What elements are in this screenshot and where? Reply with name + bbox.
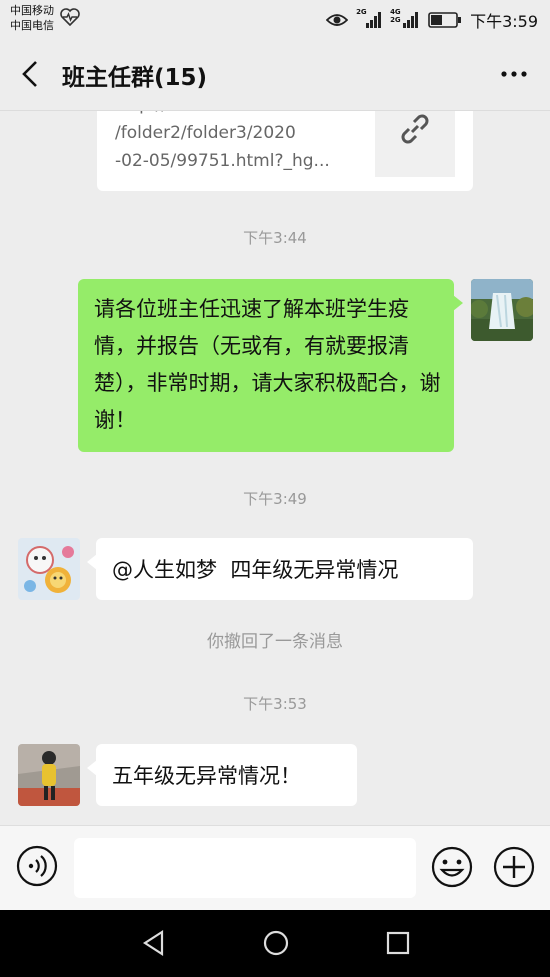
sent-message-bubble[interactable]: 请各位班主任迅速了解本班学生疫情，并报告（无或有，有就要报清楚），非常时期，请大… — [78, 279, 463, 452]
heart-rate-icon — [60, 8, 80, 26]
received-message-bubble[interactable]: @人生如梦 四年级无异常情况 — [87, 538, 473, 600]
carrier-info: 中国移动 中国电信 — [10, 3, 54, 33]
status-bar: 中国移动 中国电信 2G 4G 2G 下午3:59 — [0, 0, 550, 38]
message-timestamp: 下午3:44 — [243, 229, 307, 247]
voice-input-button[interactable] — [16, 845, 58, 887]
nav-recent-apps-icon[interactable] — [384, 928, 412, 958]
received-message-text: 五年级无异常情况！ — [112, 764, 301, 788]
received-message-text: @人生如梦 四年级无异常情况 — [112, 558, 399, 582]
signal-icon-1: 2G — [356, 8, 382, 30]
message-timestamp: 下午3:49 — [243, 490, 307, 508]
system-navigation-bar — [0, 910, 550, 977]
message-input-bar — [0, 825, 550, 911]
bubble-tail — [453, 295, 463, 311]
chat-header: 班主任群(15) — [0, 38, 550, 111]
back-button[interactable] — [14, 56, 50, 92]
bubble-tail — [87, 760, 97, 776]
link-thumbnail — [375, 111, 455, 177]
nav-home-icon[interactable] — [261, 928, 291, 958]
more-functions-button[interactable] — [492, 845, 536, 889]
emoji-button[interactable] — [430, 845, 474, 889]
received-message-bubble[interactable]: 五年级无异常情况！ — [87, 744, 357, 806]
chat-title: 班主任群(15) — [62, 65, 208, 91]
carrier-1: 中国移动 — [10, 4, 54, 17]
sent-message-text: 请各位班主任迅速了解本班学生疫情，并报告（无或有，有就要报清楚），非常时期，请大… — [94, 297, 441, 432]
recall-notice: 你撤回了一条消息 — [207, 632, 343, 652]
my-avatar[interactable] — [471, 279, 533, 341]
status-icons: 2G 4G 2G 下午3:59 — [326, 8, 538, 32]
more-options-button[interactable] — [494, 56, 534, 92]
nav-back-icon[interactable] — [140, 928, 168, 958]
sender-avatar[interactable] — [18, 744, 80, 806]
sender-avatar[interactable] — [18, 538, 80, 600]
message-timestamp: 下午3:53 — [243, 695, 307, 713]
eye-icon — [326, 14, 349, 26]
signal-icon-2: 4G 2G — [390, 8, 420, 30]
message-list[interactable]: http://www.msftv.co /folder2/folder3/202… — [0, 111, 550, 825]
link-icon — [401, 114, 429, 144]
bubble-tail — [87, 554, 97, 570]
link-message-card[interactable]: http://www.msftv.co /folder2/folder3/202… — [97, 111, 473, 191]
status-time: 下午3:59 — [470, 12, 538, 31]
link-url-text: http://www.msftv.co /folder2/folder3/202… — [115, 111, 330, 171]
message-text-input[interactable] — [74, 838, 416, 898]
carrier-2: 中国电信 — [10, 19, 54, 32]
battery-icon — [428, 12, 462, 28]
